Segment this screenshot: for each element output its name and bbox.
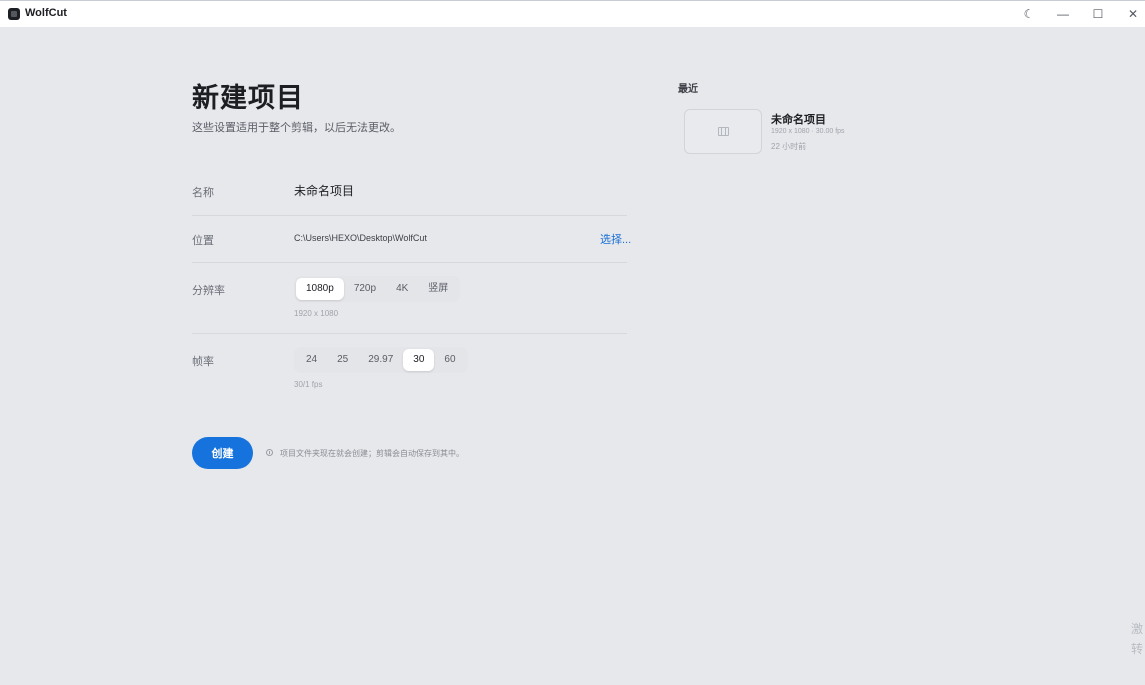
page-title: 新建项目 xyxy=(192,83,304,113)
app-logo-icon xyxy=(8,8,20,20)
resolution-label: 分辨率 xyxy=(192,285,225,297)
resolution-option-1080p[interactable]: 1080p xyxy=(296,278,344,300)
location-label: 位置 xyxy=(192,235,214,247)
recent-project-name: 未命名项目 xyxy=(771,114,826,126)
framerate-label: 帧率 xyxy=(192,356,214,368)
divider xyxy=(192,333,627,334)
project-name-input[interactable]: 未命名项目 xyxy=(294,182,354,199)
page-subtitle: 这些设置适用于整个剪辑，以后无法更改。 xyxy=(192,122,401,134)
resolution-hint: 1920 x 1080 xyxy=(294,309,339,318)
theme-toggle-icon[interactable]: ☾ xyxy=(1012,3,1046,25)
recent-project-item[interactable]: 未命名项目 1920 x 1080 · 30.00 fps 22 小时前 xyxy=(684,109,924,155)
framerate-option-25[interactable]: 25 xyxy=(327,349,358,371)
choose-location-link[interactable]: 选择... xyxy=(600,231,631,247)
edge-text: 激 xyxy=(1131,622,1144,636)
close-button[interactable]: ✕ xyxy=(1116,3,1145,25)
framerate-option-60[interactable]: 60 xyxy=(434,349,465,371)
title-bar: WolfCut ☾ — ☐ ✕ xyxy=(0,0,1145,27)
info-text: 项目文件夹现在就会创建；剪辑会自动保存到其中。 xyxy=(280,449,464,458)
framerate-option-29-97[interactable]: 29.97 xyxy=(358,349,403,371)
create-button[interactable]: 创建 xyxy=(192,437,253,469)
project-thumbnail xyxy=(684,109,762,154)
recent-project-time: 22 小时前 xyxy=(771,142,807,151)
maximize-button[interactable]: ☐ xyxy=(1081,3,1115,25)
minimize-button[interactable]: — xyxy=(1046,3,1080,25)
edge-text: 转 xyxy=(1131,642,1144,656)
framerate-hint: 30/1 fps xyxy=(294,380,323,389)
framerate-option-30[interactable]: 30 xyxy=(403,349,435,371)
framerate-selector: 24 25 29.97 30 60 xyxy=(294,347,468,373)
divider xyxy=(192,215,627,216)
location-path: C:\Users\HEXO\Desktop\WolfCut xyxy=(294,233,427,243)
framerate-option-24[interactable]: 24 xyxy=(296,349,327,371)
resolution-selector: 1080p 720p 4K 竖屏 xyxy=(294,276,461,302)
divider xyxy=(192,262,627,263)
resolution-option-vertical[interactable]: 竖屏 xyxy=(418,278,458,300)
info-icon xyxy=(266,449,273,456)
resolution-option-4k[interactable]: 4K xyxy=(386,278,418,300)
resolution-option-720p[interactable]: 720p xyxy=(344,278,386,300)
app-title: WolfCut xyxy=(25,7,67,19)
recent-heading: 最近 xyxy=(678,84,698,95)
name-label: 名称 xyxy=(192,187,214,199)
film-icon xyxy=(718,127,729,136)
recent-project-meta: 1920 x 1080 · 30.00 fps xyxy=(771,128,845,135)
